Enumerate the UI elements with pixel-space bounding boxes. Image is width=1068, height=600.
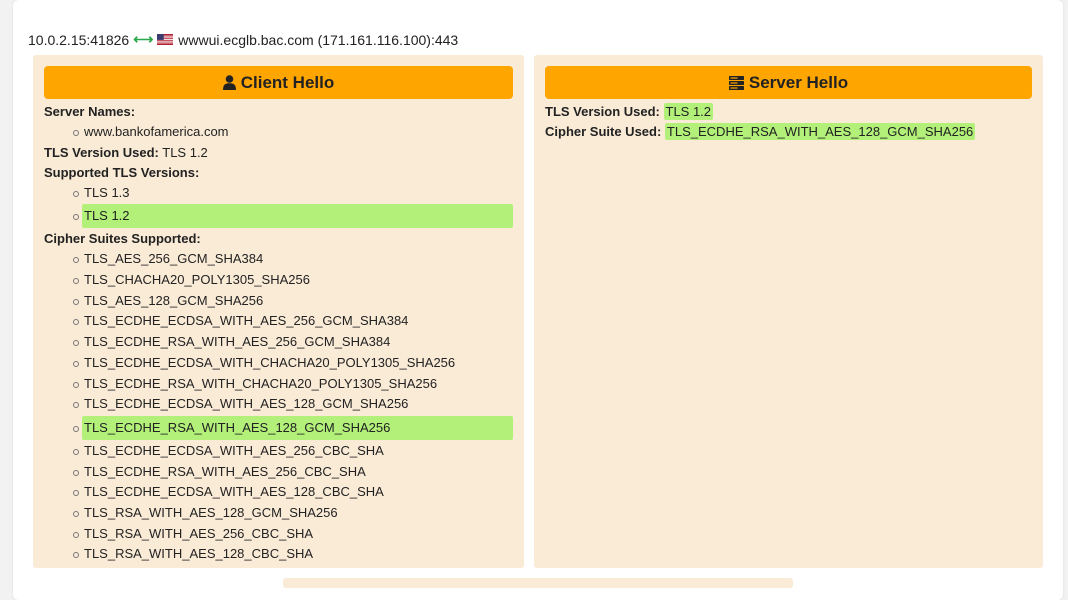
list-item: TLS_RSA_WITH_AES_128_CBC_SHA: [44, 544, 513, 565]
list-item: TLS_ECDHE_RSA_WITH_AES_256_CBC_SHA: [44, 462, 513, 483]
cipher-used-label: Cipher Suite Used:: [545, 124, 662, 139]
client-hello-header: Client Hello: [44, 66, 513, 99]
tls-version-value: TLS 1.2: [162, 144, 208, 160]
client-hello-content: Server Names: www.bankofamerica.com TLS …: [44, 102, 513, 565]
server-icon: [728, 75, 744, 90]
tls-version-row: TLS Version Used: TLS 1.2: [44, 143, 513, 163]
list-item: TLS 1.3: [44, 183, 513, 204]
next-section-panel: [283, 578, 793, 588]
server-hello-panel: Server Hello TLS Version Used: TLS 1.2 C…: [534, 55, 1043, 568]
connection-line: 10.0.2.15:41826 ⟷ wwwui.ecglb.bac.com (1…: [28, 31, 458, 48]
cipher-suites-list: TLS_AES_256_GCM_SHA384 TLS_CHACHA20_POLY…: [44, 249, 513, 565]
list-item-selected: TLS_ECDHE_RSA_WITH_AES_128_GCM_SHA256: [44, 415, 513, 440]
source-address: 10.0.2.15:41826: [28, 31, 130, 48]
client-hello-title: Client Hello: [240, 72, 335, 92]
client-hello-panel: Client Hello Server Names: www.bankofame…: [33, 55, 524, 568]
list-item: TLS_AES_256_GCM_SHA384: [44, 249, 513, 270]
list-item: TLS_AES_128_GCM_SHA256: [44, 291, 513, 312]
server-hello-title: Server Hello: [748, 72, 849, 92]
list-item: TLS_ECDHE_ECDSA_WITH_AES_256_CBC_SHA: [44, 441, 513, 462]
server-names-list: www.bankofamerica.com: [44, 122, 513, 143]
list-item: www.bankofamerica.com: [44, 122, 513, 143]
supported-versions-list: TLS 1.3 TLS 1.2: [44, 183, 513, 229]
server-hello-header: Server Hello: [545, 66, 1032, 99]
list-item-selected: TLS 1.2: [44, 204, 513, 229]
list-item: TLS_ECDHE_ECDSA_WITH_AES_128_CBC_SHA: [44, 482, 513, 503]
server-tls-version-label: TLS Version Used:: [545, 104, 660, 119]
us-flag-icon: [157, 34, 174, 45]
list-item: TLS_ECDHE_ECDSA_WITH_AES_256_GCM_SHA384: [44, 311, 513, 332]
server-tls-version-row: TLS Version Used: TLS 1.2: [545, 102, 1032, 122]
list-item: TLS_ECDHE_RSA_WITH_CHACHA20_POLY1305_SHA…: [44, 374, 513, 395]
list-item: TLS_CHACHA20_POLY1305_SHA256: [44, 270, 513, 291]
server-hello-content: TLS Version Used: TLS 1.2 Cipher Suite U…: [545, 102, 1032, 142]
list-item: TLS_RSA_WITH_AES_256_CBC_SHA: [44, 524, 513, 545]
list-item: TLS_ECDHE_RSA_WITH_AES_256_GCM_SHA384: [44, 332, 513, 353]
server-tls-version-value: TLS 1.2: [663, 103, 714, 120]
user-icon: [222, 75, 236, 90]
cipher-used-value: TLS_ECDHE_RSA_WITH_AES_128_GCM_SHA256: [664, 123, 976, 140]
list-item: TLS_ECDHE_ECDSA_WITH_AES_128_GCM_SHA256: [44, 394, 513, 415]
tls-version-label: TLS Version Used:: [44, 144, 159, 160]
list-item: TLS_ECDHE_ECDSA_WITH_CHACHA20_POLY1305_S…: [44, 353, 513, 374]
server-names-label: Server Names:: [44, 104, 136, 119]
cipher-used-row: Cipher Suite Used: TLS_ECDHE_RSA_WITH_AE…: [545, 122, 1032, 142]
double-arrow-icon: ⟷: [133, 31, 154, 47]
list-item: TLS_RSA_WITH_AES_128_GCM_SHA256: [44, 503, 513, 524]
cipher-suites-label: Cipher Suites Supported:: [44, 231, 201, 247]
supported-versions-label: Supported TLS Versions:: [44, 164, 200, 180]
destination-address: wwwui.ecglb.bac.com (171.161.116.100):44…: [178, 31, 459, 48]
